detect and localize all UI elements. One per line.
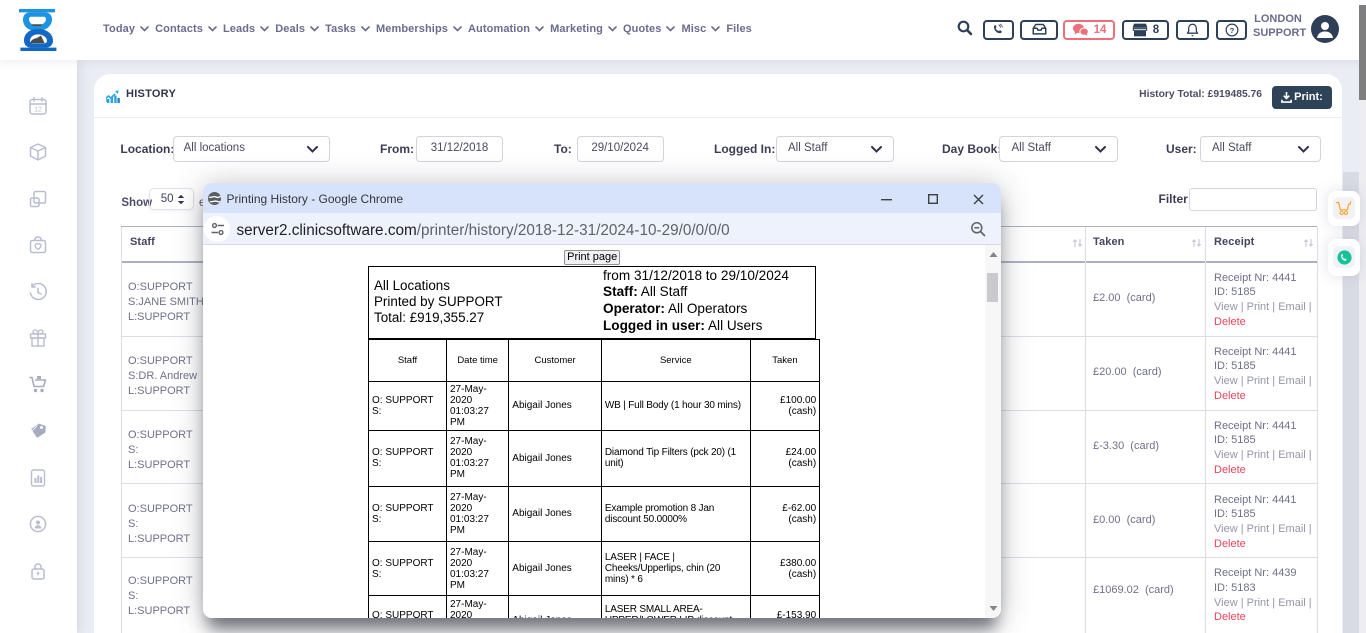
svg-text:?: ?: [1229, 25, 1234, 34]
svg-text:12: 12: [34, 106, 42, 113]
